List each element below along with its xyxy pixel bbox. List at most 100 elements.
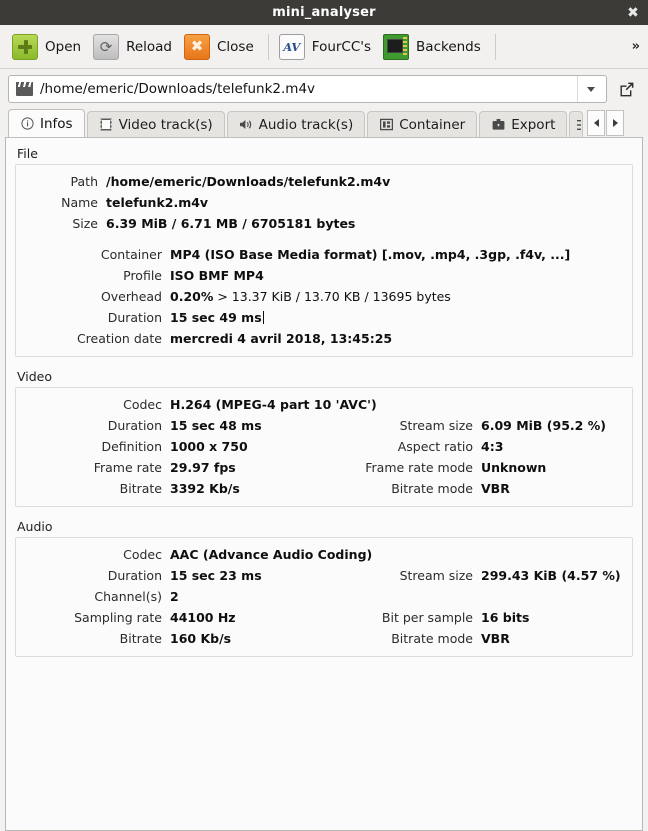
tab-container[interactable]: Container <box>367 111 478 137</box>
video-section-panel: Codec H.264 (MPEG-4 part 10 'AVC') Durat… <box>15 387 633 507</box>
file-path-value-text: /home/emeric/Downloads/telefunk2.m4v <box>106 174 391 189</box>
file-creation-date-label: Creation date <box>76 331 162 346</box>
audio-bitrate-value: 160 Kb/s <box>170 631 232 646</box>
audio-bitrate-row: Bitrate 160 Kb/s Bitrate mode VBR <box>26 628 622 649</box>
toolbar-overflow-button[interactable]: » <box>632 39 640 54</box>
audio-bitrate-mode-label: Bitrate mode <box>391 631 473 646</box>
video-codec-label: Codec <box>123 397 162 412</box>
tab-overflow-clipped[interactable] <box>569 111 584 137</box>
file-size-row: Size 6.39 MiB / 6.71 MB / 6705181 bytes <box>26 213 622 234</box>
video-codec-row: Codec H.264 (MPEG-4 part 10 'AVC') <box>26 394 622 415</box>
video-definition-row: Definition 1000 x 750 Aspect ratio 4:3 <box>26 436 622 457</box>
video-codec-value: H.264 (MPEG-4 part 10 'AVC') <box>170 397 377 412</box>
open-button[interactable]: Open <box>8 32 89 62</box>
video-definition-value: 1000 x 750 <box>170 439 248 454</box>
tab-video-tracks[interactable]: Video track(s) <box>86 111 225 137</box>
toolbar-separator-1 <box>267 33 269 60</box>
file-duration-value: 15 sec 49 ms <box>170 307 264 328</box>
audio-bitrate-mode-value: VBR <box>481 631 510 646</box>
file-section-panel: Path /home/emeric/Downloads/telefunk2.m4… <box>15 164 633 357</box>
chevron-left-icon[interactable] <box>587 109 606 136</box>
open-button-label: Open <box>45 38 82 55</box>
tab-container-label: Container <box>399 116 466 133</box>
reload-button[interactable]: ⟳ Reload <box>89 32 180 62</box>
external-link-icon[interactable] <box>614 76 640 102</box>
audio-bitrate-label: Bitrate <box>119 631 162 646</box>
tab-infos-label: Infos <box>40 115 73 132</box>
window-title: mini_analyser <box>272 5 376 20</box>
chevron-down-icon[interactable] <box>577 76 604 102</box>
backends-button[interactable]: Backends <box>379 32 489 62</box>
box-icon <box>379 118 393 132</box>
path-bar: /home/emeric/Downloads/telefunk2.m4v <box>0 69 648 108</box>
file-overhead-value-detail: > 13.37 KiB / 13.70 KB / 13695 bytes <box>213 289 451 304</box>
video-frame-rate-row: Frame rate 29.97 fps Frame rate mode Unk… <box>26 457 622 478</box>
file-duration-value-text: 15 sec 49 ms <box>170 310 262 325</box>
video-stream-size-label: Stream size <box>399 418 473 433</box>
file-size-label: Size <box>72 216 98 231</box>
tab-audio-tracks[interactable]: Audio track(s) <box>226 111 366 137</box>
file-profile-row: Profile ISO BMF MP4 <box>26 265 622 286</box>
tab-bar: Infos Video track(s) Audio track(s) Cont… <box>0 108 648 137</box>
audio-section-panel: Codec AAC (Advance Audio Coding) Duratio… <box>15 537 633 657</box>
audio-codec-value: AAC (Advance Audio Coding) <box>170 547 373 562</box>
video-aspect-ratio-label: Aspect ratio <box>397 439 473 454</box>
file-path-value[interactable]: /home/emeric/Downloads/telefunk2.m4v <box>40 81 577 97</box>
video-duration-row: Duration 15 sec 48 ms Stream size 6.09 M… <box>26 415 622 436</box>
tab-export[interactable]: Export <box>479 111 568 137</box>
file-duration-label: Duration <box>107 310 162 325</box>
video-frame-rate-mode-label: Frame rate mode <box>365 460 473 475</box>
close-icon[interactable]: ✖ <box>627 0 639 25</box>
reload-button-label: Reload <box>126 38 172 55</box>
fourcc-button[interactable]: AV FourCC's <box>275 32 379 62</box>
audio-codec-row: Codec AAC (Advance Audio Coding) <box>26 544 622 565</box>
file-path-row: Path /home/emeric/Downloads/telefunk2.m4… <box>26 171 622 192</box>
file-creation-date-value: mercredi 4 avril 2018, 13:45:25 <box>170 331 393 346</box>
file-creation-date-row: Creation date mercredi 4 avril 2018, 13:… <box>26 328 622 349</box>
file-name-row: Name telefunk2.m4v <box>26 192 622 213</box>
video-section-title: Video <box>17 369 53 384</box>
close-file-icon: ✖ <box>184 33 210 60</box>
audio-codec-label: Codec <box>123 547 162 562</box>
tab-export-label: Export <box>511 116 556 133</box>
file-size-value: 6.39 MiB / 6.71 MB / 6705181 bytes <box>106 216 356 231</box>
toolbar-separator-2 <box>494 33 496 60</box>
audio-sampling-rate-row: Sampling rate 44100 Hz Bit per sample 16… <box>26 607 622 628</box>
clapperboard-icon <box>16 82 33 96</box>
backends-button-label: Backends <box>416 38 481 55</box>
video-duration-label: Duration <box>107 418 162 433</box>
file-container-value: MP4 (ISO Base Media format) [.mov, .mp4,… <box>170 247 571 262</box>
video-bitrate-mode-label: Bitrate mode <box>391 481 473 496</box>
chevron-right-icon[interactable] <box>606 109 625 136</box>
file-overhead-value: 0.20% > 13.37 KiB / 13.70 KB / 13695 byt… <box>170 286 451 307</box>
speaker-icon <box>239 118 253 132</box>
tab-video-tracks-label: Video track(s) <box>118 116 213 133</box>
fourcc-button-label: FourCC's <box>311 38 372 55</box>
video-duration-value: 15 sec 48 ms <box>170 418 262 433</box>
audio-channels-value: 2 <box>170 589 179 604</box>
close-file-button-label: Close <box>217 38 254 55</box>
audio-stream-size-label: Stream size <box>399 568 473 583</box>
video-definition-label: Definition <box>101 439 162 454</box>
file-profile-value: ISO BMF MP4 <box>170 268 264 283</box>
main-toolbar: Open ⟳ Reload ✖ Close AV FourCC's Backen… <box>0 25 648 69</box>
audio-bit-per-sample-label: Bit per sample <box>381 610 473 625</box>
file-path-label: Path <box>70 174 98 189</box>
video-frame-rate-label: Frame rate <box>93 460 162 475</box>
tab-infos[interactable]: Infos <box>8 109 85 137</box>
file-overhead-label: Overhead <box>100 289 162 304</box>
close-file-button[interactable]: ✖ Close <box>180 32 262 62</box>
tab-scroll-controls <box>587 109 625 136</box>
audio-duration-row: Duration 15 sec 23 ms Stream size 299.43… <box>26 565 622 586</box>
audio-sampling-rate-value: 44100 Hz <box>170 610 236 625</box>
audio-bit-per-sample-value: 16 bits <box>481 610 530 625</box>
tab-audio-tracks-label: Audio track(s) <box>258 116 354 133</box>
file-path-combobox[interactable]: /home/emeric/Downloads/telefunk2.m4v <box>8 75 607 103</box>
video-stream-size-value: 6.09 MiB (95.2 %) <box>481 418 606 433</box>
file-name-label: Name <box>61 195 98 210</box>
chip-icon <box>383 33 410 60</box>
infos-tab-panel: File Path /home/emeric/Downloads/telefun… <box>5 137 643 831</box>
info-icon <box>20 117 34 131</box>
audio-channels-label: Channel(s) <box>94 589 162 604</box>
audio-channels-row: Channel(s) 2 <box>26 586 622 607</box>
